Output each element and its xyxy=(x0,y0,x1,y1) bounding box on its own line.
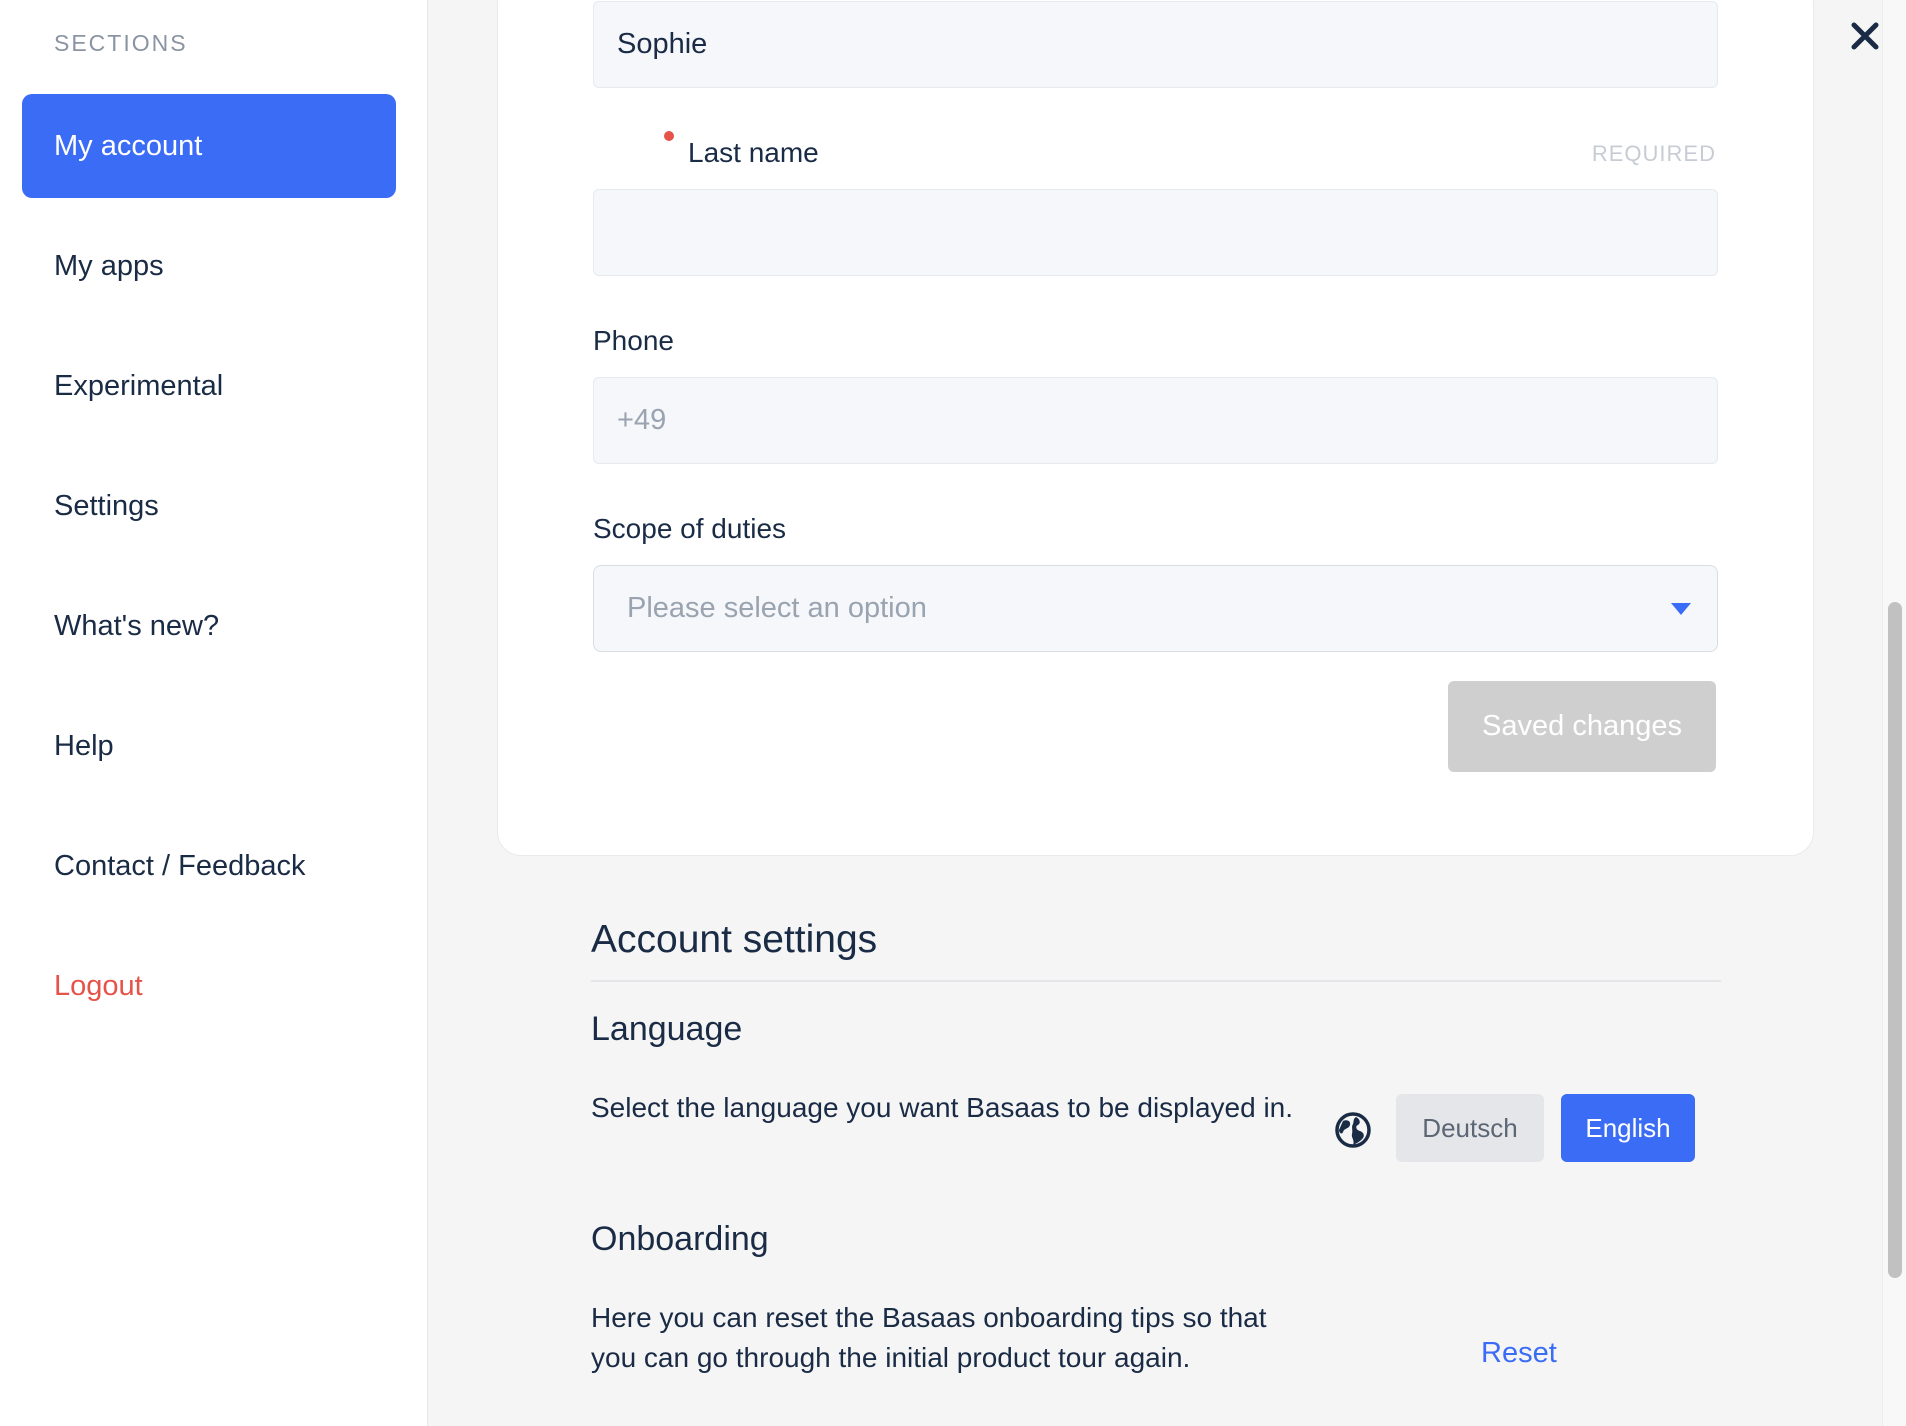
sidebar-item-contact-feedback[interactable]: Contact / Feedback xyxy=(22,814,396,918)
reset-onboarding-link[interactable]: Reset xyxy=(1481,1337,1557,1370)
sidebar-heading: SECTIONS xyxy=(54,30,188,56)
scope-of-duties-label: Scope of duties xyxy=(593,513,787,544)
first-name-input[interactable]: Sophie xyxy=(593,1,1718,88)
scope-of-duties-select[interactable]: Please select an option xyxy=(593,565,1718,652)
sidebar-item-whats-new[interactable]: What's new? xyxy=(22,574,396,678)
save-changes-button[interactable]: Saved changes xyxy=(1448,681,1716,772)
scrollbar-thumb[interactable] xyxy=(1888,602,1902,1278)
sidebar-item-help[interactable]: Help xyxy=(22,694,396,798)
phone-value: +49 xyxy=(617,404,667,436)
scrollbar[interactable] xyxy=(1882,0,1906,1426)
scope-of-duties-placeholder: Please select an option xyxy=(627,592,927,624)
language-title: Language xyxy=(591,1010,743,1048)
language-deutsch-button[interactable]: Deutsch xyxy=(1396,1094,1544,1162)
onboarding-description: Here you can reset the Basaas onboarding… xyxy=(591,1302,1267,1373)
sidebar: SECTIONS My account My apps Experimental… xyxy=(0,0,428,1426)
sidebar-item-experimental[interactable]: Experimental xyxy=(22,334,396,438)
account-settings-title: Account settings xyxy=(591,918,878,961)
main-content: Sophie Last name REQUIRED Phone +49 Scop… xyxy=(428,0,1882,1426)
phone-input[interactable]: +49 xyxy=(593,377,1718,464)
section-divider xyxy=(591,980,1721,982)
sidebar-item-settings[interactable]: Settings xyxy=(22,454,396,558)
phone-label: Phone xyxy=(593,325,674,356)
sidebar-item-my-apps[interactable]: My apps xyxy=(22,214,396,318)
language-description: Select the language you want Basaas to b… xyxy=(591,1092,1294,1123)
sidebar-item-my-account[interactable]: My account xyxy=(22,94,396,198)
first-name-value: Sophie xyxy=(617,28,708,60)
profile-form-card: Sophie Last name REQUIRED Phone +49 Scop… xyxy=(497,0,1814,856)
chevron-down-icon xyxy=(1671,603,1691,615)
globe-icon xyxy=(1335,1112,1371,1148)
last-name-input[interactable] xyxy=(593,189,1718,276)
close-icon[interactable] xyxy=(1847,18,1883,54)
onboarding-title: Onboarding xyxy=(591,1220,769,1258)
required-dot xyxy=(664,131,674,141)
last-name-label: Last name xyxy=(688,137,819,168)
sidebar-item-logout[interactable]: Logout xyxy=(22,934,396,1038)
language-english-button[interactable]: English xyxy=(1561,1094,1695,1162)
required-indicator: REQUIRED xyxy=(1591,141,1716,166)
